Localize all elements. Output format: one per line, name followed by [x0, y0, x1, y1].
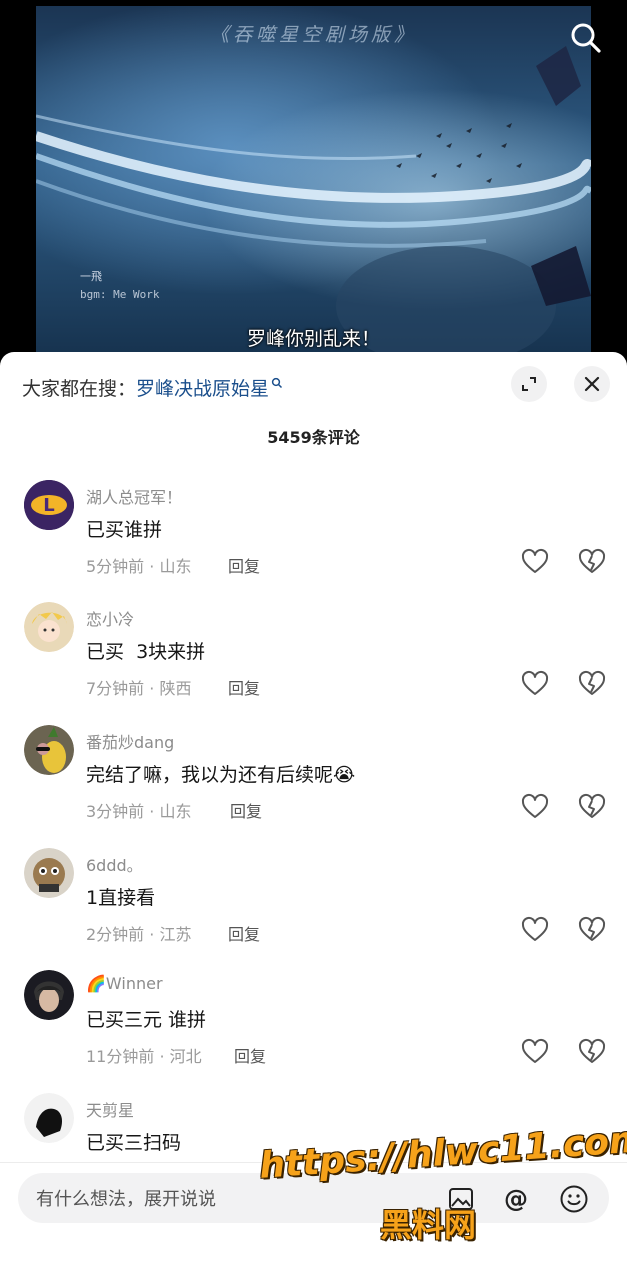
like-button[interactable] — [521, 670, 549, 698]
hot-search-keyword[interactable]: 罗峰决战原始星 — [136, 378, 269, 400]
video-artwork — [36, 46, 591, 358]
close-button[interactable] — [574, 366, 610, 402]
avatar[interactable] — [24, 1093, 74, 1143]
broken-heart-icon — [578, 916, 606, 941]
comment-time: 3分钟前 — [86, 802, 145, 821]
like-button[interactable] — [521, 916, 549, 944]
comment-meta: 3分钟前 · 山东 — [86, 802, 192, 821]
watermark-name: 黑料网 — [380, 1206, 477, 1244]
broken-heart-icon — [578, 670, 606, 695]
comment-text: 已买三扫码 — [86, 1132, 182, 1154]
broken-heart-icon — [578, 793, 606, 818]
comment-meta: 2分钟前 · 江苏 — [86, 925, 192, 944]
comment-username[interactable]: 6ddd。 — [86, 852, 143, 876]
hot-search-prefix: 大家都在搜： — [22, 378, 137, 400]
comment-location: 山东 — [159, 557, 192, 576]
search-button[interactable] — [566, 18, 606, 58]
comment-text: 已买三元 谁拼 — [86, 1009, 207, 1031]
reply-button[interactable]: 回复 — [228, 553, 260, 577]
watermark: https://hlwc11.com 黑料网 — [258, 1119, 627, 1256]
comment-username[interactable]: 湖人总冠军！ — [86, 484, 182, 508]
hot-search-bar[interactable]: 大家都在搜：罗峰决战原始星 — [22, 374, 283, 401]
reply-button[interactable]: 回复 — [228, 675, 260, 699]
reply-button[interactable]: 回复 — [228, 921, 260, 945]
dislike-button[interactable] — [578, 548, 606, 576]
small-search-icon — [271, 374, 283, 396]
dislike-button[interactable] — [578, 793, 606, 821]
expand-button[interactable] — [511, 366, 547, 402]
heart-icon — [521, 670, 549, 695]
comment-text: 已买 3块来拼 — [86, 641, 206, 663]
comment-time: 11分钟前 — [86, 1047, 155, 1066]
comment-location: 河北 — [169, 1047, 202, 1066]
broken-heart-icon — [578, 1038, 606, 1063]
expand-icon — [522, 377, 536, 391]
video-credit-name: 一飛 — [80, 270, 102, 283]
heart-icon — [521, 916, 549, 941]
heart-icon — [521, 1038, 549, 1063]
like-button[interactable] — [521, 1038, 549, 1066]
comment-item: 恋小冷 已买 3块来拼 7分钟前 · 陕西 回复 — [0, 602, 627, 722]
avatar[interactable] — [24, 602, 74, 652]
dislike-button[interactable] — [578, 1038, 606, 1066]
comment-time: 5分钟前 — [86, 557, 145, 576]
video-player[interactable]: 《吞噬星空剧场版》 一飛 bgm: Me Work 罗峰你别乱来！ — [0, 0, 627, 380]
comment-username[interactable]: 番茄炒dang — [86, 729, 174, 753]
reply-button[interactable]: 回复 — [230, 798, 262, 822]
comment-meta: 11分钟前 · 河北 — [86, 1047, 202, 1066]
comment-item: 番茄炒dang 完结了嘛，我以为还有后续呢😭 3分钟前 · 山东 回复 — [0, 725, 627, 845]
comment-text: 1直接看 — [86, 887, 156, 909]
comment-location: 山东 — [159, 802, 192, 821]
comment-item: 🌈Winner 已买三元 谁拼 11分钟前 · 河北 回复 — [0, 970, 627, 1090]
broken-heart-icon — [578, 548, 606, 573]
dislike-button[interactable] — [578, 670, 606, 698]
comment-username[interactable]: 🌈Winner — [86, 974, 163, 993]
video-title-overlay: 《吞噬星空剧场版》 — [209, 24, 417, 46]
close-icon — [584, 376, 600, 392]
video-credit-bgm: bgm: Me Work — [80, 288, 160, 301]
like-button[interactable] — [521, 793, 549, 821]
dislike-button[interactable] — [578, 916, 606, 944]
video-subtitle: 罗峰你别乱来！ — [246, 328, 380, 350]
comment-item: L 湖人总冠军！ 已买谁拼 5分钟前 · 山东 回复 — [0, 480, 627, 600]
like-button[interactable] — [521, 548, 549, 576]
comment-username[interactable]: 恋小冷 — [86, 606, 134, 630]
heart-icon — [521, 548, 549, 573]
comment-text: 完结了嘛，我以为还有后续呢😭 — [86, 764, 356, 786]
comment-item: 6ddd。 1直接看 2分钟前 · 江苏 回复 — [0, 848, 627, 968]
avatar[interactable] — [24, 970, 74, 1020]
heart-icon — [521, 793, 549, 818]
comment-time: 7分钟前 — [86, 679, 145, 698]
svg-text:L: L — [43, 495, 54, 516]
reply-button[interactable]: 回复 — [234, 1043, 266, 1067]
avatar[interactable] — [24, 848, 74, 898]
comment-location: 陕西 — [159, 679, 192, 698]
avatar[interactable]: L — [24, 480, 74, 530]
comment-location: 江苏 — [159, 925, 192, 944]
comment-text: 已买谁拼 — [86, 519, 163, 541]
comment-meta: 7分钟前 · 陕西 — [86, 679, 192, 698]
video-frame: 《吞噬星空剧场版》 一飛 bgm: Me Work 罗峰你别乱来！ — [36, 6, 591, 358]
comment-count-title: 5459条评论 — [267, 428, 360, 447]
comment-username[interactable]: 天剪星 — [86, 1097, 134, 1121]
comment-meta: 5分钟前 · 山东 — [86, 557, 192, 576]
search-icon — [571, 23, 601, 53]
avatar[interactable] — [24, 725, 74, 775]
comment-time: 2分钟前 — [86, 925, 145, 944]
